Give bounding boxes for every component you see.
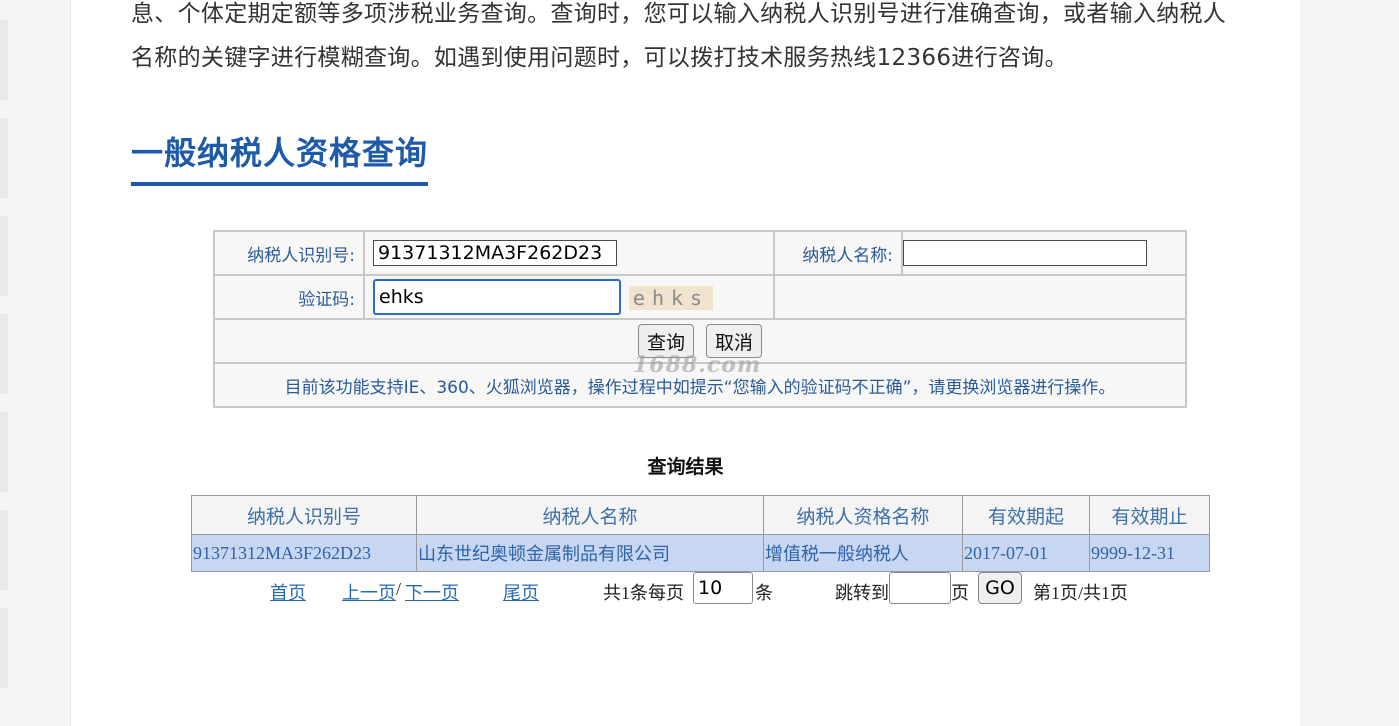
next-page-link[interactable]: 下一页: [405, 579, 459, 605]
strip-block: [0, 412, 8, 492]
results-header-row: 纳税人识别号 纳税人名称 纳税人资格名称 有效期起 有效期止: [191, 495, 1210, 535]
intro-line-1: 息、个体定期定额等多项涉税业务查询。查询时，您可以输入纳税人识别号进行准确查询，…: [131, 1, 1227, 27]
strip-block: [0, 608, 8, 688]
last-page-link[interactable]: 尾页: [503, 579, 539, 605]
strip-block: [0, 510, 8, 590]
section-title: 一般纳税人资格查询: [131, 134, 429, 172]
prev-page-link[interactable]: 上一页: [342, 579, 396, 605]
pagination: 首页 上一页 / 下一页 尾页 共1条每页 条 跳转到 页 GO 第1页/共1页: [71, 571, 1300, 607]
query-form: 纳税人识别号: 纳税人名称: 验证码: ehks 查询取消 目前该功能支持IE、…: [213, 230, 1187, 408]
per-page-unit: 条: [755, 583, 773, 603]
captcha-image[interactable]: ehks: [629, 286, 713, 310]
cell-taxpayer-id: 91371312MA3F262D23: [191, 534, 417, 572]
column-header: 有效期起: [962, 495, 1090, 535]
page-info: 第1页/共1页: [1033, 583, 1129, 603]
total-count-text: 共1条每页: [603, 583, 684, 603]
taxpayer-id-cell: [363, 230, 775, 276]
column-header: 纳税人识别号: [191, 495, 417, 535]
main-content-panel: 息、个体定期定额等多项涉税业务查询。查询时，您可以输入纳税人识别号进行准确查询，…: [70, 0, 1300, 726]
jump-label: 跳转到: [835, 583, 889, 603]
title-underline: [131, 182, 428, 186]
cell-valid-from: 2017-07-01: [962, 534, 1090, 572]
intro-line-2: 名称的关键字进行模糊查询。如遇到使用问题时，可以拨打技术服务热线12366进行咨…: [131, 45, 1068, 71]
per-page-input[interactable]: [693, 572, 753, 604]
taxpayer-name-label: 纳税人名称:: [773, 230, 903, 276]
go-button[interactable]: GO: [978, 572, 1022, 604]
captcha-label: 验证码:: [213, 274, 365, 320]
strip-block: [0, 216, 8, 296]
table-row[interactable]: 91371312MA3F262D23 山东世纪奥顿金属制品有限公司 增值税一般纳…: [191, 534, 1210, 572]
strip-block: [0, 118, 8, 198]
jump-page-input[interactable]: [889, 572, 951, 604]
right-rail: [1300, 0, 1399, 726]
column-header: 纳税人资格名称: [763, 495, 963, 535]
intro-paragraph: 息、个体定期定额等多项涉税业务查询。查询时，您可以输入纳税人识别号进行准确查询，…: [131, 0, 1271, 80]
results-table: 纳税人识别号 纳税人名称 纳税人资格名称 有效期起 有效期止 91371312M…: [191, 495, 1210, 572]
cell-taxpayer-name: 山东世纪奥顿金属制品有限公司: [416, 534, 764, 572]
column-header: 纳税人名称: [416, 495, 764, 535]
taxpayer-id-input[interactable]: [373, 240, 617, 266]
column-header: 有效期止: [1089, 495, 1210, 535]
taxpayer-name-input[interactable]: [903, 240, 1147, 266]
cell-qualification: 增值税一般纳税人: [763, 534, 963, 572]
results-title: 查询结果: [647, 457, 724, 478]
first-page-link[interactable]: 首页: [270, 579, 306, 605]
captcha-input[interactable]: [373, 279, 621, 315]
jump-unit: 页: [951, 583, 969, 603]
left-edge-strip: [0, 0, 8, 726]
empty-cell: [773, 274, 1187, 320]
strip-block: [0, 314, 8, 394]
cell-valid-to: 9999-12-31: [1089, 534, 1210, 572]
captcha-cell: ehks: [363, 274, 775, 320]
watermark: 1688.com: [633, 352, 762, 378]
pager-separator: /: [396, 579, 402, 599]
taxpayer-id-label: 纳税人识别号:: [213, 230, 365, 276]
taxpayer-name-cell: [901, 230, 1187, 276]
strip-block: [0, 20, 8, 100]
